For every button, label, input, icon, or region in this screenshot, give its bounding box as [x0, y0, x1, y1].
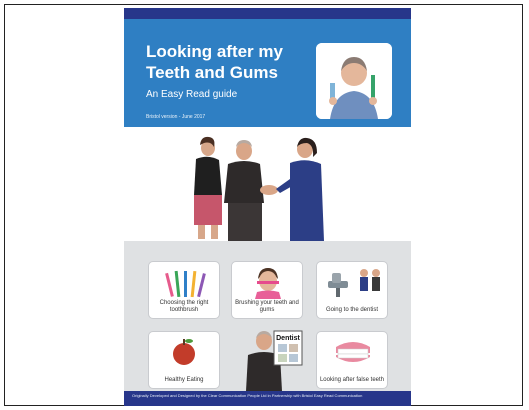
footer-credit: Originally Developed and Designed by the…	[132, 393, 363, 398]
false-teeth-icon	[336, 342, 370, 362]
cover-subtitle: An Easy Read guide	[146, 89, 238, 100]
brushing-icon	[255, 268, 281, 299]
version-text: Bristol version - June 2017	[146, 114, 206, 120]
topic-card-brushing: Brushing your teeth and gums	[231, 261, 303, 319]
topic-label: Healthy Eating	[164, 377, 204, 383]
topic-label: Looking after false teeth	[319, 377, 385, 383]
topic-label: Going to the dentist	[325, 307, 379, 313]
cover-title: Looking after my Teeth and Gums	[146, 41, 316, 83]
apple-icon	[173, 339, 195, 365]
topic-card-dentist: Going to the dentist	[316, 261, 388, 319]
topic-card-toothbrush: Choosing the right toothbrush	[148, 261, 220, 319]
title-line-1: Looking after my	[146, 42, 283, 61]
topic-card-false-teeth: Looking after false teeth	[316, 331, 388, 389]
topic-card-healthy-eating: Healthy Eating	[148, 331, 220, 389]
top-band	[124, 8, 411, 19]
dentist-photo	[316, 43, 392, 119]
cover-footer: Originally Developed and Designed by the…	[124, 391, 411, 406]
cover-header: Looking after my Teeth and Gums An Easy …	[124, 19, 411, 127]
topic-label: Brushing your teeth and gums	[235, 300, 299, 313]
title-line-2: Teeth and Gums	[146, 63, 278, 82]
easy-read-cover: Looking after my Teeth and Gums An Easy …	[124, 8, 411, 406]
dentist-sign-text: Dentist	[276, 335, 300, 342]
topics-panel: Choosing the right toothbrush Brushing y…	[124, 241, 411, 391]
dentist-chair-icon	[328, 269, 380, 297]
topic-label: Choosing the right toothbrush	[159, 300, 209, 313]
toothbrush-icon	[165, 270, 206, 298]
people-handshake-photo	[124, 127, 411, 241]
man-with-dentist-sign: Dentist	[234, 327, 306, 391]
